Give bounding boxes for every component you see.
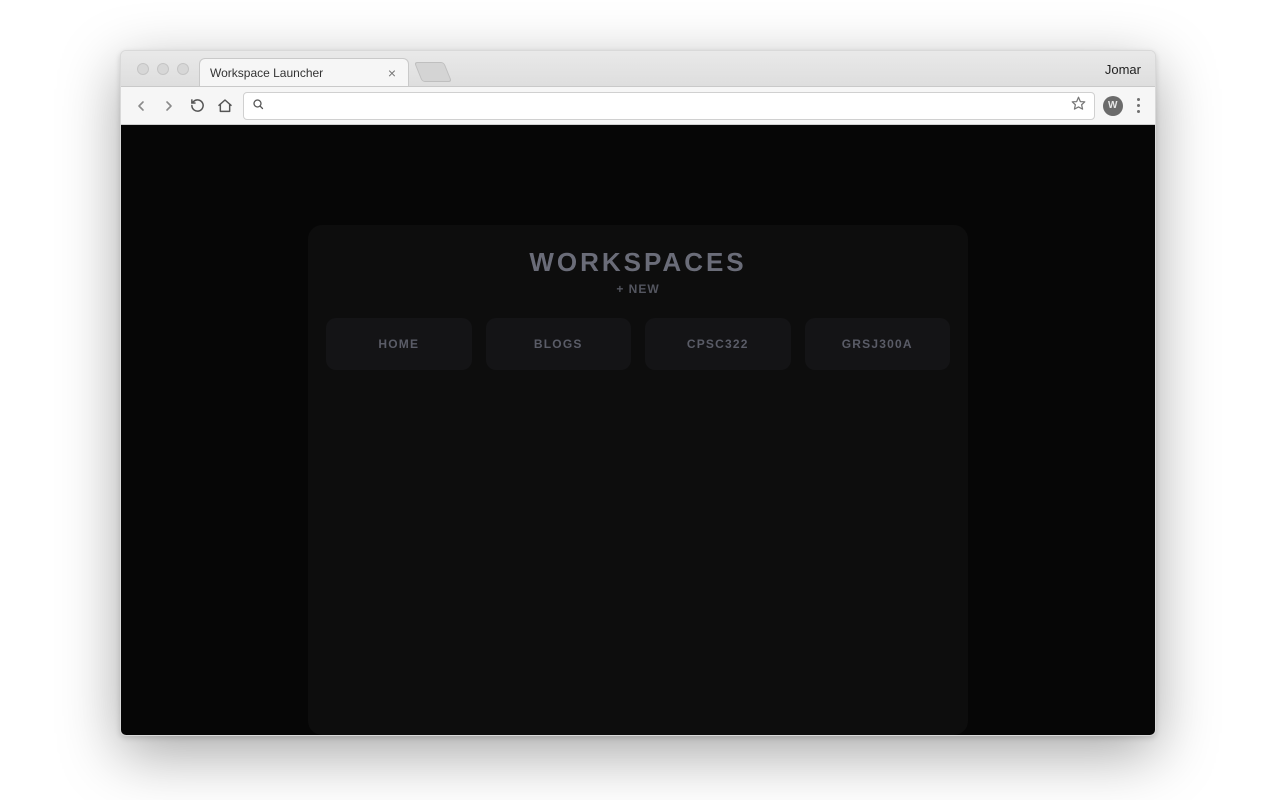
browser-window: Workspace Launcher × Jomar W — [120, 50, 1156, 736]
workspace-tiles: HOME BLOGS CPSC322 GRSJ300A — [326, 318, 950, 370]
forward-icon[interactable] — [159, 96, 179, 116]
search-icon — [252, 98, 264, 113]
back-icon[interactable] — [131, 96, 151, 116]
browser-tab[interactable]: Workspace Launcher × — [199, 58, 409, 86]
toolbar: W — [121, 87, 1155, 125]
profile-name-label[interactable]: Jomar — [1105, 51, 1141, 87]
workspace-tile-grsj300a[interactable]: GRSJ300A — [805, 318, 951, 370]
browser-tab-title: Workspace Launcher — [210, 66, 386, 80]
home-icon[interactable] — [215, 96, 235, 116]
omnibox-input[interactable] — [272, 98, 1063, 113]
profile-avatar[interactable]: W — [1103, 96, 1123, 116]
tab-close-icon[interactable]: × — [386, 66, 398, 80]
workspace-tile-label: CPSC322 — [687, 337, 749, 351]
window-close-dot[interactable] — [137, 63, 149, 75]
new-workspace-button[interactable]: + NEW — [326, 282, 950, 296]
workspace-tile-label: GRSJ300A — [842, 337, 913, 351]
workspace-tile-label: HOME — [378, 337, 419, 351]
reload-icon[interactable] — [187, 96, 207, 116]
bookmark-star-icon[interactable] — [1071, 96, 1086, 115]
workspace-tile-cpsc322[interactable]: CPSC322 — [645, 318, 791, 370]
workspace-tile-label: BLOGS — [534, 337, 583, 351]
new-tab-button[interactable] — [414, 62, 452, 82]
workspace-tile-blogs[interactable]: BLOGS — [486, 318, 632, 370]
panel-title: WORKSPACES — [326, 247, 950, 278]
tab-strip: Workspace Launcher × Jomar — [121, 51, 1155, 87]
workspaces-panel: WORKSPACES + NEW HOME BLOGS CPSC322 GRSJ… — [308, 225, 968, 735]
window-zoom-dot[interactable] — [177, 63, 189, 75]
avatar-letter: W — [1108, 100, 1118, 111]
window-controls — [131, 51, 199, 86]
omnibox[interactable] — [243, 92, 1095, 120]
menu-kebab-icon[interactable] — [1131, 94, 1145, 117]
page-viewport: WORKSPACES + NEW HOME BLOGS CPSC322 GRSJ… — [121, 125, 1155, 735]
window-minimize-dot[interactable] — [157, 63, 169, 75]
workspace-tile-home[interactable]: HOME — [326, 318, 472, 370]
